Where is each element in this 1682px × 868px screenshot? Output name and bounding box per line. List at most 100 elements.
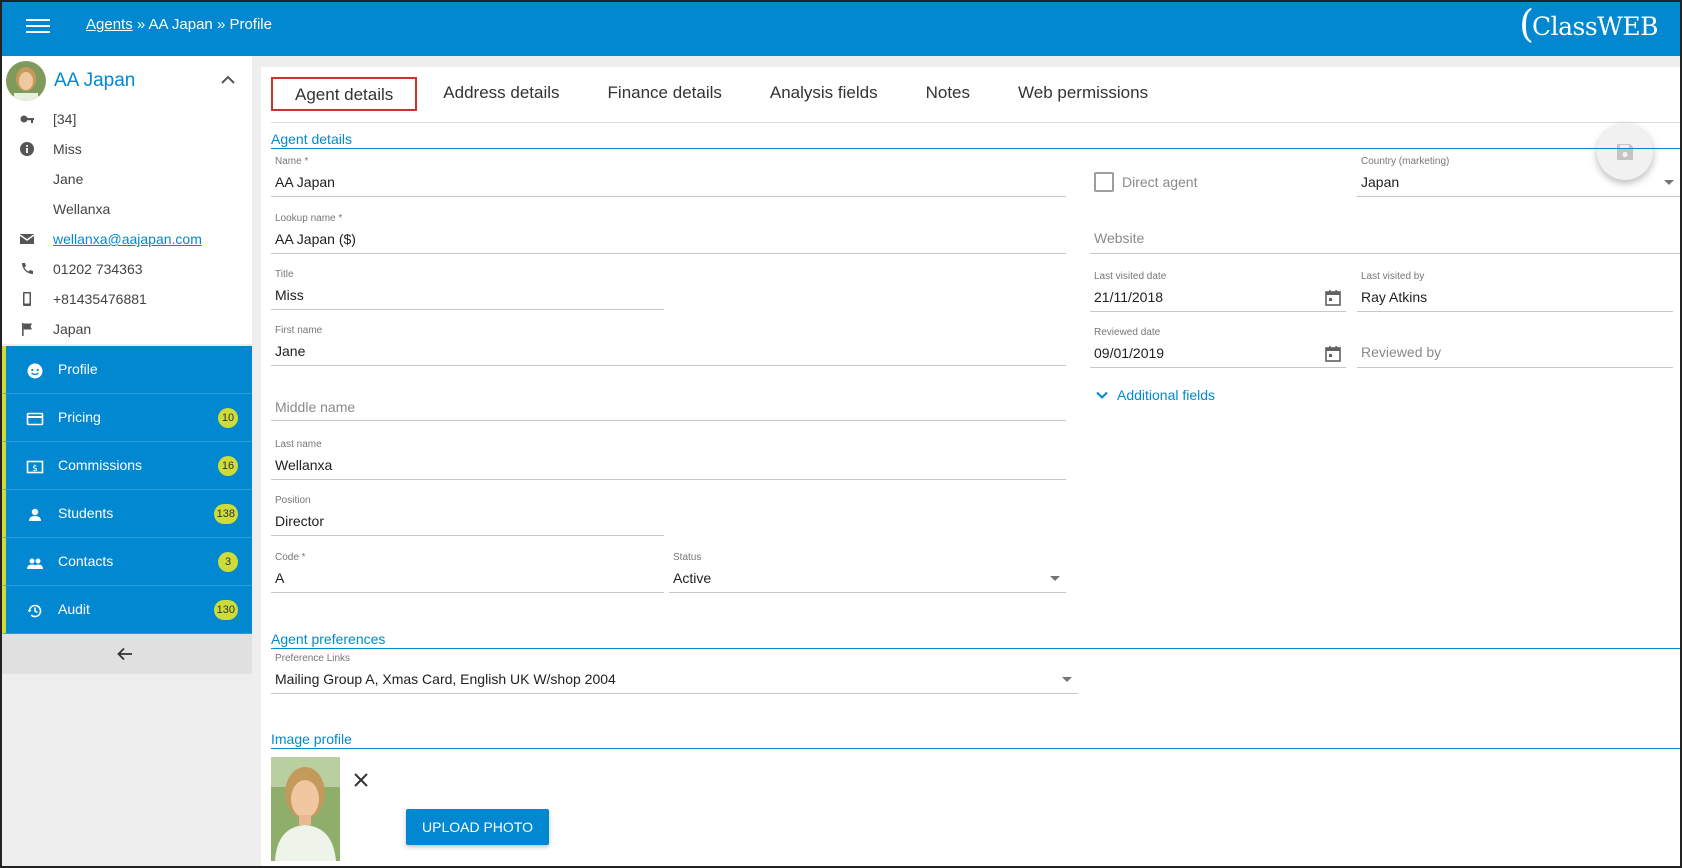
last-visited-date-field[interactable]: Last visited date 21/11/2018: [1090, 271, 1346, 312]
info-row-phone: 01202 734363: [2, 254, 252, 284]
country-marketing-select[interactable]: Country (marketing) Japan: [1357, 156, 1680, 197]
status-label: Status: [673, 552, 702, 563]
tab-web-permissions[interactable]: Web permissions: [996, 77, 1170, 111]
title-label: Title: [275, 269, 294, 280]
card-icon: [26, 412, 44, 426]
upload-photo-button[interactable]: UPLOAD PHOTO: [406, 809, 549, 845]
arrow-back-icon: [117, 647, 132, 661]
sidebar-item-label: Pricing: [58, 409, 101, 425]
avatar: [6, 61, 46, 101]
position-field[interactable]: Position Director: [271, 495, 664, 536]
sidebar-item-students[interactable]: Students 138: [2, 490, 252, 538]
status-value: Active: [673, 570, 712, 586]
middle-name-placeholder: Middle name: [275, 399, 356, 415]
reviewed-date-value: 09/01/2019: [1094, 345, 1165, 361]
tab-analysis-fields[interactable]: Analysis fields: [748, 77, 900, 111]
close-icon[interactable]: [350, 769, 372, 791]
sidebar-nav: Profile Pricing 10 $ Commissions 16 Stud…: [2, 346, 252, 634]
mobile-icon: [23, 292, 31, 306]
reviewed-by-field[interactable]: Reviewed by: [1357, 338, 1673, 368]
students-count-badge: 138: [213, 504, 238, 524]
calendar-icon[interactable]: [1324, 289, 1342, 307]
reviewed-date-label: Reviewed date: [1094, 327, 1161, 338]
section-divider: [271, 148, 1680, 149]
phone-icon: [22, 263, 33, 274]
sidebar-item-pricing[interactable]: Pricing 10: [2, 394, 252, 442]
country-marketing-label: Country (marketing): [1361, 156, 1450, 167]
agent-country: Japan: [53, 321, 92, 337]
direct-agent-checkbox[interactable]: Direct agent: [1094, 170, 1197, 194]
first-name-label: First name: [275, 325, 323, 336]
sidebar-item-label: Students: [58, 505, 114, 521]
breadcrumb-agents-link[interactable]: Agents: [86, 16, 133, 33]
checkbox-box[interactable]: [1094, 172, 1114, 192]
agent-mobile: +81435476881: [53, 291, 147, 307]
name-value: AA Japan: [275, 174, 335, 190]
reviewed-by-placeholder: Reviewed by: [1361, 344, 1442, 360]
sidebar-item-profile[interactable]: Profile: [2, 346, 252, 394]
title-field[interactable]: Title Miss: [271, 269, 664, 310]
agent-id: [34]: [53, 111, 77, 127]
last-visited-date-label: Last visited date: [1094, 271, 1167, 282]
website-placeholder: Website: [1094, 230, 1145, 246]
logo-text: ClassWEB: [1531, 12, 1659, 41]
flag-icon: [22, 323, 32, 336]
position-label: Position: [275, 495, 311, 506]
commissions-count-badge: 16: [218, 456, 238, 476]
breadcrumb-rest: » AA Japan » Profile: [132, 16, 272, 33]
sidebar: AA Japan [34] Miss Jane Wellanxa wellanx…: [2, 56, 252, 866]
additional-fields-toggle[interactable]: Additional fields: [1095, 387, 1215, 403]
tab-address-details[interactable]: Address details: [421, 77, 581, 111]
agent-phone: 01202 734363: [53, 261, 143, 277]
app-window: Agents » AA Japan » Profile ( ClassWEB A…: [0, 0, 1682, 868]
agent-title: Miss: [53, 141, 82, 157]
code-field[interactable]: Code * A: [271, 552, 664, 593]
section-title-image-profile: Image profile: [271, 731, 352, 747]
section-divider: [271, 748, 1680, 749]
preference-links-select[interactable]: Preference Links Mailing Group A, Xmas C…: [271, 653, 1078, 694]
agent-header: AA Japan: [2, 56, 252, 104]
last-name-field[interactable]: Last name Wellanxa: [271, 439, 1066, 480]
lookup-name-field[interactable]: Lookup name * AA Japan ($): [271, 213, 1066, 254]
face-icon: [27, 363, 43, 379]
info-icon: [20, 142, 34, 156]
sidebar-back-button[interactable]: [2, 634, 252, 674]
breadcrumb: Agents » AA Japan » Profile: [86, 16, 272, 33]
audit-count-badge: 130: [213, 600, 238, 620]
sidebar-item-commissions[interactable]: $ Commissions 16: [2, 442, 252, 490]
sidebar-item-label: Profile: [58, 361, 98, 377]
last-visited-by-label: Last visited by: [1361, 271, 1425, 282]
tab-agent-details[interactable]: Agent details: [271, 77, 418, 111]
chevron-up-icon[interactable]: [218, 70, 238, 90]
name-field[interactable]: Name * AA Japan: [271, 156, 1066, 197]
last-visited-by-field[interactable]: Last visited by Ray Atkins: [1357, 271, 1673, 312]
code-label: Code *: [275, 552, 306, 563]
first-name-field[interactable]: First name Jane: [271, 325, 1066, 366]
sidebar-item-audit[interactable]: Audit 130: [2, 586, 252, 634]
sidebar-item-contacts[interactable]: Contacts 3: [2, 538, 252, 586]
additional-fields-label: Additional fields: [1117, 387, 1216, 403]
agent-email-link[interactable]: wellanxa@aajapan.com: [53, 231, 202, 247]
menu-icon[interactable]: [26, 16, 50, 34]
tab-finance-details[interactable]: Finance details: [586, 77, 744, 111]
info-row-mobile: +81435476881: [2, 284, 252, 314]
lookup-name-label: Lookup name *: [275, 213, 343, 224]
people-icon: [27, 558, 43, 569]
tab-notes[interactable]: Notes: [904, 77, 992, 111]
reviewed-date-field[interactable]: Reviewed date 09/01/2019: [1090, 327, 1346, 368]
section-divider: [271, 648, 1680, 649]
chevron-down-icon: [1096, 391, 1108, 399]
main-panel: Agent details Address details Finance de…: [261, 67, 1680, 866]
agent-name: AA Japan: [54, 70, 136, 91]
profile-photo: [271, 757, 340, 861]
history-icon: [27, 604, 42, 618]
sidebar-item-label: Audit: [58, 601, 90, 617]
tab-bar: Agent details Address details Finance de…: [271, 77, 1174, 113]
last-name-value: Wellanxa: [275, 457, 333, 473]
sidebar-item-label: Contacts: [58, 553, 114, 569]
website-field[interactable]: Website: [1090, 224, 1680, 254]
agent-info-list: [34] Miss Jane Wellanxa wellanxa@aajapan…: [2, 104, 252, 344]
middle-name-field[interactable]: Middle name: [271, 391, 1066, 421]
status-select[interactable]: Status Active: [669, 552, 1066, 593]
calendar-icon[interactable]: [1324, 345, 1342, 363]
